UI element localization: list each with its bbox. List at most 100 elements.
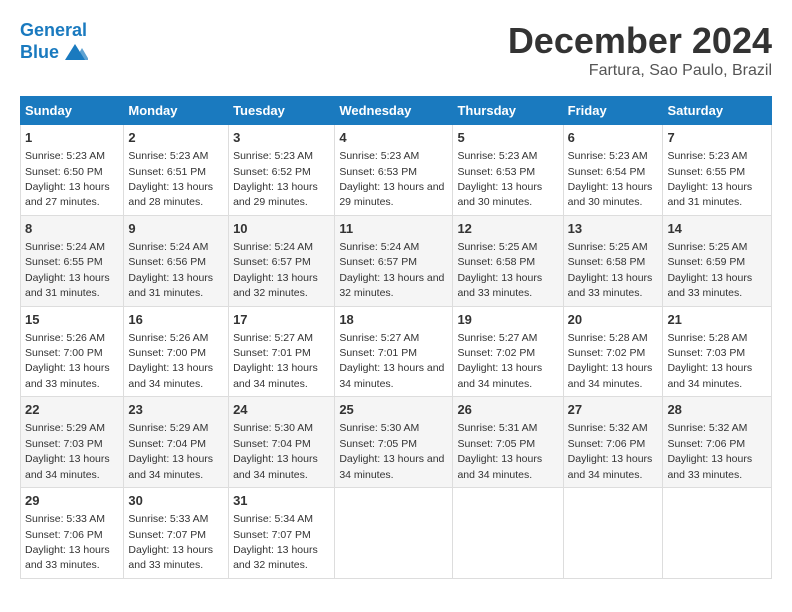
calendar-cell: 12 Sunrise: 5:25 AMSunset: 6:58 PMDaylig… [453,215,563,306]
page-header: General Blue December 2024 Fartura, Sao … [20,20,772,80]
day-info: Sunrise: 5:24 AMSunset: 6:55 PMDaylight:… [25,241,110,299]
day-info: Sunrise: 5:27 AMSunset: 7:01 PMDaylight:… [233,332,318,390]
calendar-cell: 7 Sunrise: 5:23 AMSunset: 6:55 PMDayligh… [663,125,772,216]
day-info: Sunrise: 5:30 AMSunset: 7:04 PMDaylight:… [233,422,318,480]
day-info: Sunrise: 5:23 AMSunset: 6:55 PMDaylight:… [667,150,752,208]
page-subtitle: Fartura, Sao Paulo, Brazil [508,62,772,80]
calendar-week-row: 22 Sunrise: 5:29 AMSunset: 7:03 PMDaylig… [21,397,772,488]
calendar-cell: 13 Sunrise: 5:25 AMSunset: 6:58 PMDaylig… [563,215,663,306]
day-number: 9 [128,220,224,238]
calendar-table: SundayMondayTuesdayWednesdayThursdayFrid… [20,96,772,579]
calendar-cell: 16 Sunrise: 5:26 AMSunset: 7:00 PMDaylig… [124,306,229,397]
day-number: 13 [568,220,659,238]
day-number: 23 [128,401,224,419]
calendar-cell: 8 Sunrise: 5:24 AMSunset: 6:55 PMDayligh… [21,215,124,306]
weekday-header: Sunday [21,97,124,125]
day-number: 21 [667,311,767,329]
day-number: 28 [667,401,767,419]
calendar-cell [563,488,663,579]
day-info: Sunrise: 5:23 AMSunset: 6:52 PMDaylight:… [233,150,318,208]
calendar-cell: 3 Sunrise: 5:23 AMSunset: 6:52 PMDayligh… [229,125,335,216]
logo-name: Blue [20,42,59,64]
calendar-cell: 30 Sunrise: 5:33 AMSunset: 7:07 PMDaylig… [124,488,229,579]
calendar-cell: 31 Sunrise: 5:34 AMSunset: 7:07 PMDaylig… [229,488,335,579]
calendar-cell: 21 Sunrise: 5:28 AMSunset: 7:03 PMDaylig… [663,306,772,397]
day-info: Sunrise: 5:32 AMSunset: 7:06 PMDaylight:… [568,422,653,480]
calendar-week-row: 1 Sunrise: 5:23 AMSunset: 6:50 PMDayligh… [21,125,772,216]
day-info: Sunrise: 5:23 AMSunset: 6:50 PMDaylight:… [25,150,110,208]
calendar-cell [663,488,772,579]
day-number: 25 [339,401,448,419]
day-info: Sunrise: 5:27 AMSunset: 7:02 PMDaylight:… [457,332,542,390]
calendar-cell: 28 Sunrise: 5:32 AMSunset: 7:06 PMDaylig… [663,397,772,488]
day-number: 3 [233,129,330,147]
day-number: 10 [233,220,330,238]
calendar-cell [335,488,453,579]
day-info: Sunrise: 5:33 AMSunset: 7:07 PMDaylight:… [128,513,213,571]
day-number: 2 [128,129,224,147]
logo-icon [62,42,88,64]
calendar-cell: 2 Sunrise: 5:23 AMSunset: 6:51 PMDayligh… [124,125,229,216]
calendar-cell: 1 Sunrise: 5:23 AMSunset: 6:50 PMDayligh… [21,125,124,216]
day-info: Sunrise: 5:32 AMSunset: 7:06 PMDaylight:… [667,422,752,480]
day-number: 22 [25,401,119,419]
calendar-cell: 27 Sunrise: 5:32 AMSunset: 7:06 PMDaylig… [563,397,663,488]
day-number: 19 [457,311,558,329]
day-number: 31 [233,492,330,510]
weekday-header: Saturday [663,97,772,125]
calendar-cell: 14 Sunrise: 5:25 AMSunset: 6:59 PMDaylig… [663,215,772,306]
calendar-cell: 17 Sunrise: 5:27 AMSunset: 7:01 PMDaylig… [229,306,335,397]
day-info: Sunrise: 5:23 AMSunset: 6:54 PMDaylight:… [568,150,653,208]
day-info: Sunrise: 5:24 AMSunset: 6:57 PMDaylight:… [233,241,318,299]
weekday-header: Monday [124,97,229,125]
day-number: 18 [339,311,448,329]
day-info: Sunrise: 5:25 AMSunset: 6:58 PMDaylight:… [568,241,653,299]
calendar-cell: 15 Sunrise: 5:26 AMSunset: 7:00 PMDaylig… [21,306,124,397]
calendar-cell: 25 Sunrise: 5:30 AMSunset: 7:05 PMDaylig… [335,397,453,488]
calendar-cell: 20 Sunrise: 5:28 AMSunset: 7:02 PMDaylig… [563,306,663,397]
day-number: 6 [568,129,659,147]
day-info: Sunrise: 5:33 AMSunset: 7:06 PMDaylight:… [25,513,110,571]
calendar-cell: 26 Sunrise: 5:31 AMSunset: 7:05 PMDaylig… [453,397,563,488]
day-number: 1 [25,129,119,147]
day-number: 5 [457,129,558,147]
day-info: Sunrise: 5:31 AMSunset: 7:05 PMDaylight:… [457,422,542,480]
day-info: Sunrise: 5:29 AMSunset: 7:04 PMDaylight:… [128,422,213,480]
day-info: Sunrise: 5:30 AMSunset: 7:05 PMDaylight:… [339,422,444,480]
day-info: Sunrise: 5:28 AMSunset: 7:03 PMDaylight:… [667,332,752,390]
day-info: Sunrise: 5:25 AMSunset: 6:59 PMDaylight:… [667,241,752,299]
day-number: 12 [457,220,558,238]
calendar-cell: 19 Sunrise: 5:27 AMSunset: 7:02 PMDaylig… [453,306,563,397]
day-info: Sunrise: 5:28 AMSunset: 7:02 PMDaylight:… [568,332,653,390]
day-number: 17 [233,311,330,329]
calendar-header-row: SundayMondayTuesdayWednesdayThursdayFrid… [21,97,772,125]
day-info: Sunrise: 5:26 AMSunset: 7:00 PMDaylight:… [128,332,213,390]
day-number: 15 [25,311,119,329]
day-info: Sunrise: 5:23 AMSunset: 6:53 PMDaylight:… [457,150,542,208]
day-info: Sunrise: 5:24 AMSunset: 6:57 PMDaylight:… [339,241,444,299]
day-number: 16 [128,311,224,329]
calendar-week-row: 8 Sunrise: 5:24 AMSunset: 6:55 PMDayligh… [21,215,772,306]
logo: General Blue [20,20,88,64]
page-title: December 2024 [508,20,772,62]
weekday-header: Friday [563,97,663,125]
logo-blue-text: General [20,20,87,40]
calendar-cell [453,488,563,579]
calendar-cell: 24 Sunrise: 5:30 AMSunset: 7:04 PMDaylig… [229,397,335,488]
day-info: Sunrise: 5:23 AMSunset: 6:53 PMDaylight:… [339,150,444,208]
day-number: 27 [568,401,659,419]
calendar-week-row: 29 Sunrise: 5:33 AMSunset: 7:06 PMDaylig… [21,488,772,579]
day-number: 8 [25,220,119,238]
day-number: 30 [128,492,224,510]
day-info: Sunrise: 5:34 AMSunset: 7:07 PMDaylight:… [233,513,318,571]
day-number: 7 [667,129,767,147]
day-number: 24 [233,401,330,419]
day-info: Sunrise: 5:25 AMSunset: 6:58 PMDaylight:… [457,241,542,299]
weekday-header: Wednesday [335,97,453,125]
day-number: 14 [667,220,767,238]
day-number: 26 [457,401,558,419]
day-number: 4 [339,129,448,147]
calendar-cell: 6 Sunrise: 5:23 AMSunset: 6:54 PMDayligh… [563,125,663,216]
calendar-cell: 5 Sunrise: 5:23 AMSunset: 6:53 PMDayligh… [453,125,563,216]
day-info: Sunrise: 5:24 AMSunset: 6:56 PMDaylight:… [128,241,213,299]
